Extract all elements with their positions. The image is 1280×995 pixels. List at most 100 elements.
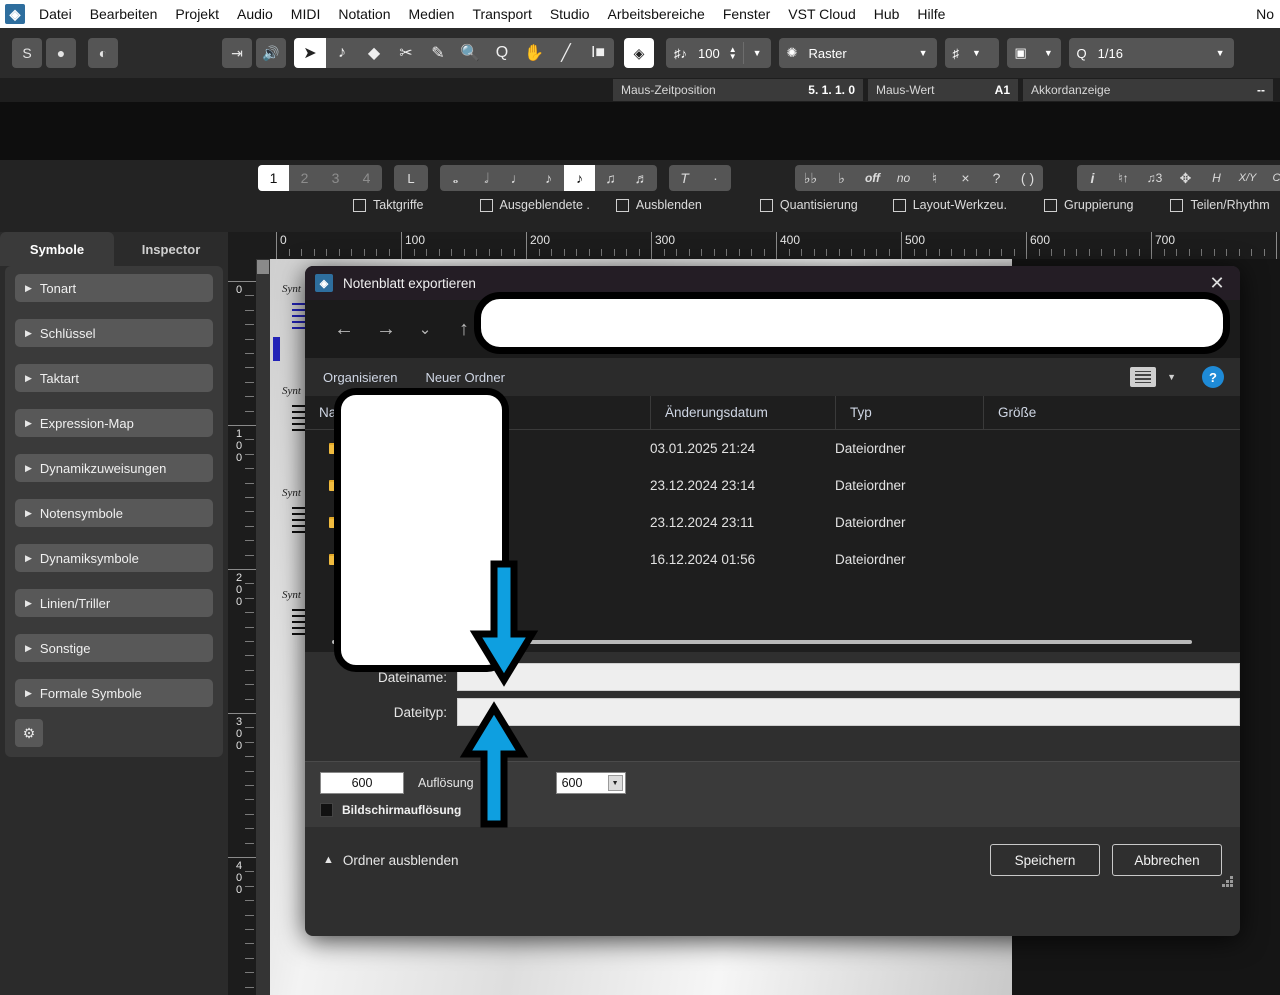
- resolution-combo[interactable]: 600 ▼: [555, 772, 626, 794]
- sixteenth-note-button[interactable]: ♪: [564, 165, 595, 191]
- info-icon[interactable]: i: [1077, 165, 1108, 191]
- sidebar-item-schluessel[interactable]: ▶ Schlüssel: [15, 319, 213, 347]
- snap-dropdown-icon[interactable]: ▼: [912, 48, 935, 58]
- sidebar-item-dynamikzuweisungen[interactable]: ▶ Dynamikzuweisungen: [15, 454, 213, 482]
- xy-icon[interactable]: X/Y: [1232, 165, 1263, 191]
- checkbox-gruppierung[interactable]: Gruppierung: [1043, 198, 1133, 212]
- checkbox-quantisierung[interactable]: Quantisierung: [759, 198, 858, 212]
- menu-fenster[interactable]: Fenster: [714, 0, 779, 28]
- quantize-value[interactable]: 1/16: [1093, 46, 1128, 61]
- checkbox-ausgeblendete[interactable]: Ausgeblendete .: [479, 198, 590, 212]
- sidebar-item-expression-map[interactable]: ▶ Expression-Map: [15, 409, 213, 437]
- menu-datei[interactable]: Datei: [30, 0, 81, 28]
- vertical-ruler[interactable]: 0100200300400500: [228, 259, 256, 995]
- menu-hub[interactable]: Hub: [865, 0, 909, 28]
- line-tool[interactable]: ╱: [550, 38, 582, 68]
- beam-icon[interactable]: ♫3: [1139, 165, 1170, 191]
- filename-input[interactable]: [457, 663, 1240, 691]
- checkbox-ausgeblendete-box[interactable]: [479, 198, 493, 212]
- double-flat-icon[interactable]: ♭♭: [795, 165, 826, 191]
- auto-scroll-button[interactable]: ⇥: [222, 38, 252, 68]
- recent-locations-button[interactable]: ⌄: [407, 309, 443, 349]
- menu-audio[interactable]: Audio: [228, 0, 282, 28]
- save-button[interactable]: Speichern: [990, 844, 1100, 876]
- menu-midi[interactable]: MIDI: [282, 0, 330, 28]
- quarter-note-button[interactable]: ♩: [502, 165, 533, 191]
- organize-button[interactable]: Organisieren: [323, 370, 397, 385]
- chevron-down-icon[interactable]: ▼: [607, 775, 623, 791]
- voice-3-button[interactable]: 3: [320, 165, 351, 191]
- chevron-down-icon[interactable]: ▼: [1167, 372, 1176, 382]
- snap-value[interactable]: Raster: [803, 46, 851, 61]
- column-size[interactable]: Größe: [983, 395, 1103, 430]
- insert-velocity-icon[interactable]: ◈: [624, 38, 654, 68]
- velocity-value[interactable]: 100: [693, 46, 725, 61]
- parentheses-icon[interactable]: ( ): [1012, 165, 1043, 191]
- tab-symbole[interactable]: Symbole: [0, 232, 114, 266]
- natural-sharp-icon[interactable]: ♮: [919, 165, 950, 191]
- velocity-stepper[interactable]: ▲ ▼: [725, 46, 741, 61]
- checkbox-teilen-rhythmus-box[interactable]: [1170, 198, 1184, 212]
- forward-button[interactable]: →: [365, 309, 407, 349]
- question-icon[interactable]: ?: [981, 165, 1012, 191]
- sidebar-item-formale-symbole[interactable]: ▶ Formale Symbole: [15, 679, 213, 707]
- column-date[interactable]: Änderungsdatum: [650, 395, 835, 430]
- cancel-button[interactable]: Abbrechen: [1112, 844, 1222, 876]
- sidebar-item-taktart[interactable]: ▶ Taktart: [15, 364, 213, 392]
- velocity-dropdown-icon[interactable]: ▼: [746, 48, 769, 58]
- velocity-field[interactable]: ♯♪ 100 ▲ ▼ ▼: [666, 38, 771, 68]
- no-icon[interactable]: no: [888, 165, 919, 191]
- half-note-button[interactable]: 𝅗𝅥: [471, 165, 502, 191]
- range-tool[interactable]: I■: [582, 38, 614, 68]
- object-selection-tool[interactable]: ➤: [294, 38, 326, 68]
- mouse-time-position[interactable]: Maus-Zeitposition 5. 1. 1. 0: [613, 79, 863, 101]
- draw-note-tool[interactable]: ♪: [326, 38, 358, 68]
- checkbox-taktgriffe-box[interactable]: [353, 198, 366, 212]
- sidebar-item-dynamiksymbole[interactable]: ▶ Dynamiksymbole: [15, 544, 213, 572]
- layout-button[interactable]: L: [394, 165, 428, 191]
- grid-type-field[interactable]: ♯ ▼: [944, 38, 999, 68]
- checkbox-taktgriffe[interactable]: Taktgriffe: [353, 198, 424, 212]
- help-icon[interactable]: ?: [1202, 366, 1224, 388]
- glue-tool[interactable]: ✎: [422, 38, 454, 68]
- menu-bearbeiten[interactable]: Bearbeiten: [81, 0, 167, 28]
- double-sharp-icon[interactable]: ×: [950, 165, 981, 191]
- checkbox-teilen-rhythmus[interactable]: Teilen/Rhythm: [1170, 198, 1270, 212]
- grid-dropdown-icon[interactable]: ▼: [965, 48, 988, 58]
- menu-arbeitsbereiche[interactable]: Arbeitsbereiche: [599, 0, 714, 28]
- length-field[interactable]: ▣ ▼: [1006, 38, 1061, 68]
- erase-tool[interactable]: ◆: [358, 38, 390, 68]
- off-icon[interactable]: off: [857, 165, 888, 191]
- vertical-scrollbar[interactable]: [256, 259, 270, 995]
- thirtysecond-note-button[interactable]: ♫: [595, 165, 626, 191]
- resolution-input[interactable]: 600: [320, 772, 404, 794]
- tab-inspector[interactable]: Inspector: [114, 232, 228, 266]
- sidebar-item-linien-triller[interactable]: ▶ Linien/Triller: [15, 589, 213, 617]
- eighth-note-button[interactable]: ♪: [533, 165, 564, 191]
- acoustic-feedback-button[interactable]: ◐: [88, 38, 118, 68]
- menu-hilfe[interactable]: Hilfe: [908, 0, 954, 28]
- menu-vst-cloud[interactable]: VST Cloud: [779, 0, 864, 28]
- speaker-button[interactable]: 🔊: [256, 38, 286, 68]
- flat-icon[interactable]: ♭: [826, 165, 857, 191]
- menu-notation[interactable]: Notation: [329, 0, 399, 28]
- dotted-note-icon[interactable]: ·: [700, 165, 731, 191]
- new-folder-button[interactable]: Neuer Ordner: [425, 370, 504, 385]
- resize-grip[interactable]: [1222, 876, 1234, 888]
- menu-projekt[interactable]: Projekt: [166, 0, 228, 28]
- whole-note-button[interactable]: 𝅝: [440, 165, 471, 191]
- chord-display[interactable]: Akkordanzeige --: [1023, 79, 1273, 101]
- back-button[interactable]: ←: [323, 309, 365, 349]
- scrollbar-thumb[interactable]: [257, 260, 269, 274]
- sidebar-item-sonstige[interactable]: ▶ Sonstige: [15, 634, 213, 662]
- list-view-icon[interactable]: [1130, 367, 1157, 387]
- horizontal-ruler[interactable]: 0 100 200 300 400 500 600 700 8: [228, 232, 1280, 259]
- quantize-tool[interactable]: Q: [486, 38, 518, 68]
- checkbox-layout-werkzeug-box[interactable]: [892, 198, 906, 212]
- snap-field[interactable]: ✺ Raster ▼: [778, 38, 937, 68]
- triplet-icon[interactable]: T: [669, 165, 700, 191]
- sidebar-item-notensymbole[interactable]: ▶ Notensymbole: [15, 499, 213, 527]
- quantize-field[interactable]: Q 1/16 ▼: [1068, 38, 1234, 68]
- voice-2-button[interactable]: 2: [289, 165, 320, 191]
- checkbox-gruppierung-box[interactable]: [1043, 198, 1057, 212]
